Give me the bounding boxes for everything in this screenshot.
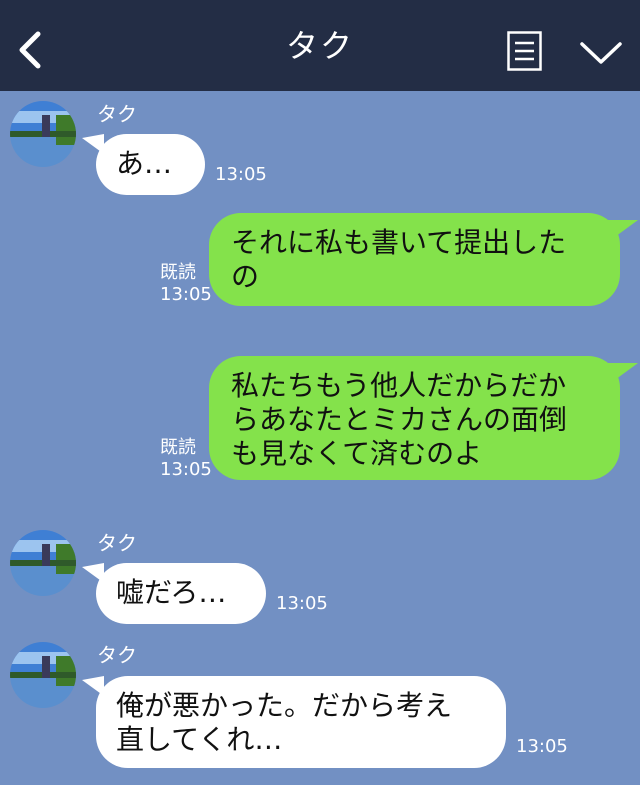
message-time: 13:05 <box>160 284 212 305</box>
avatar[interactable] <box>10 101 76 167</box>
read-receipt: 既読 <box>160 437 196 458</box>
message-text: 私たちもう他人だからだか らあなたとミカさんの面倒 も見なくて済むのよ <box>231 369 568 470</box>
message-bubble[interactable]: それに私も書いて提出した の <box>209 213 620 306</box>
message-text: あ… <box>116 147 173 180</box>
message-text: それに私も書いて提出した の <box>231 226 567 293</box>
message-text: 俺が悪かった。だから考え 直してくれ… <box>116 689 453 756</box>
memo-icon[interactable] <box>507 31 542 71</box>
sender-name: タク <box>97 643 137 667</box>
chat-header: タク <box>0 0 640 91</box>
message-bubble[interactable]: 私たちもう他人だからだか らあなたとミカさんの面倒 も見なくて済むのよ <box>209 356 620 480</box>
message-bubble[interactable]: あ… <box>96 134 205 195</box>
bubble-tail <box>608 220 638 242</box>
chevron-down-icon[interactable] <box>578 36 624 68</box>
message-time: 13:05 <box>516 736 568 757</box>
bubble-tail <box>608 363 638 385</box>
sender-name: タク <box>97 102 137 126</box>
read-receipt: 既読 <box>160 262 196 283</box>
message-bubble[interactable]: 嘘だろ… <box>96 563 266 624</box>
message-time: 13:05 <box>160 459 212 480</box>
avatar[interactable] <box>10 642 76 708</box>
message-bubble[interactable]: 俺が悪かった。だから考え 直してくれ… <box>96 676 506 768</box>
avatar[interactable] <box>10 530 76 596</box>
message-time: 13:05 <box>215 164 267 185</box>
message-text: 嘘だろ… <box>116 576 227 609</box>
message-time: 13:05 <box>276 593 328 614</box>
chat-title: タク <box>285 27 354 65</box>
sender-name: タク <box>97 531 137 555</box>
